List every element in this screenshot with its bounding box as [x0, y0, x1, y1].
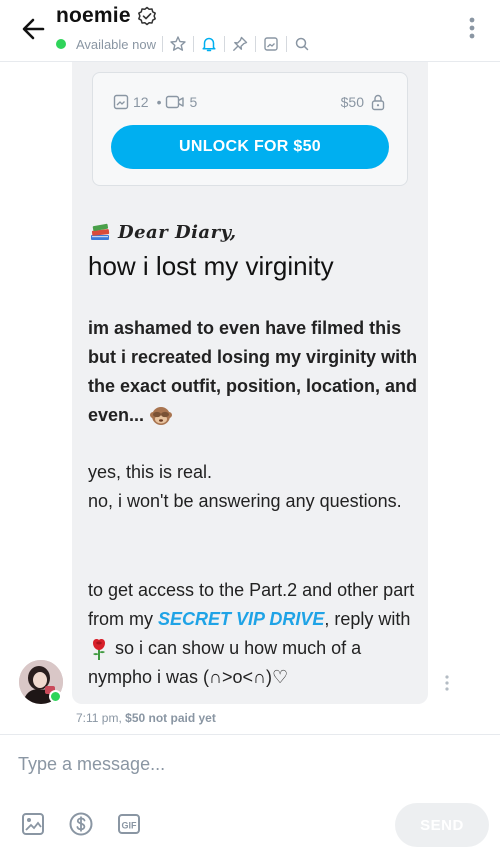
media-price: $50	[340, 94, 364, 110]
message-title: how i lost my virginity	[88, 251, 334, 281]
diary-greeting: Dear Diary,	[118, 221, 237, 243]
paragraph-3-text-end: so i can show u how much of a nympho i w…	[88, 638, 362, 687]
paragraph-1-text: im ashamed to even have filmed this but …	[88, 318, 418, 425]
availability-status: Available now	[76, 36, 156, 52]
search-icon[interactable]	[293, 35, 311, 53]
media-counts: 12 • 5	[113, 94, 201, 110]
message-paragraph-1: im ashamed to even have filmed this but …	[88, 314, 418, 430]
paragraph-3-text-mid: , reply with	[324, 609, 411, 629]
locked-media-card: 12 • 5 $50 UNLOCK FOR $50	[92, 72, 408, 186]
divider	[161, 36, 163, 52]
vip-drive-link[interactable]: SECRET VIP DRIVE	[158, 609, 324, 629]
gif-icon[interactable]: GIF	[116, 811, 142, 837]
monkey-emoji	[150, 407, 173, 426]
diary-heading: Dear Diary,	[88, 220, 237, 244]
lock-icon	[371, 94, 385, 111]
message-input[interactable]	[18, 749, 478, 779]
name-row: noemie	[56, 4, 157, 28]
divider	[254, 36, 256, 52]
pin-icon[interactable]	[231, 35, 249, 53]
paragraph-2-line-1: yes, this is real.	[88, 462, 213, 482]
image-count: 12	[133, 94, 149, 110]
star-icon[interactable]	[169, 35, 187, 53]
back-arrow-icon[interactable]	[18, 14, 48, 44]
image-attach-icon[interactable]	[20, 811, 46, 837]
verified-icon	[137, 6, 156, 26]
more-vertical-icon[interactable]	[464, 14, 480, 42]
video-icon	[166, 95, 185, 109]
send-button[interactable]: SEND	[395, 803, 489, 847]
paragraph-2-line-2: no, i won't be answering any questions.	[88, 491, 402, 511]
creator-name[interactable]: noemie	[56, 4, 131, 28]
message-paragraph-2: yes, this is real. no, i won't be answer…	[88, 458, 418, 516]
message-composer: GIF SEND	[0, 734, 500, 856]
message-paragraph-3: to get access to the Part.2 and other pa…	[88, 576, 418, 692]
count-separator: •	[156, 94, 162, 110]
video-count: 5	[189, 94, 198, 110]
image-icon	[113, 94, 129, 110]
payment-status: $50 not paid yet	[125, 711, 216, 725]
bell-icon[interactable]	[200, 35, 218, 53]
unlock-button[interactable]: UNLOCK FOR $50	[111, 125, 389, 169]
divider	[285, 36, 287, 52]
divider	[223, 36, 225, 52]
message-meta: 7:11 pm, $50 not paid yet	[76, 711, 216, 725]
image-icon[interactable]	[262, 35, 280, 53]
message-options-icon[interactable]	[442, 674, 452, 692]
message-time: 7:11 pm,	[76, 711, 122, 725]
svg-text:GIF: GIF	[122, 821, 138, 831]
chat-screen: noemie Available now 12 • 5 $50 UNLOCK F…	[0, 0, 500, 856]
status-row: Available now	[56, 35, 311, 53]
dollar-icon[interactable]	[68, 811, 94, 837]
divider	[192, 36, 194, 52]
online-indicator	[56, 39, 66, 49]
avatar-online-indicator	[49, 690, 62, 703]
locked-media-info: 12 • 5 $50	[113, 93, 387, 111]
price-info: $50	[341, 93, 387, 111]
rose-emoji	[93, 639, 105, 661]
chat-header: noemie Available now	[0, 0, 500, 62]
books-emoji	[91, 223, 110, 240]
